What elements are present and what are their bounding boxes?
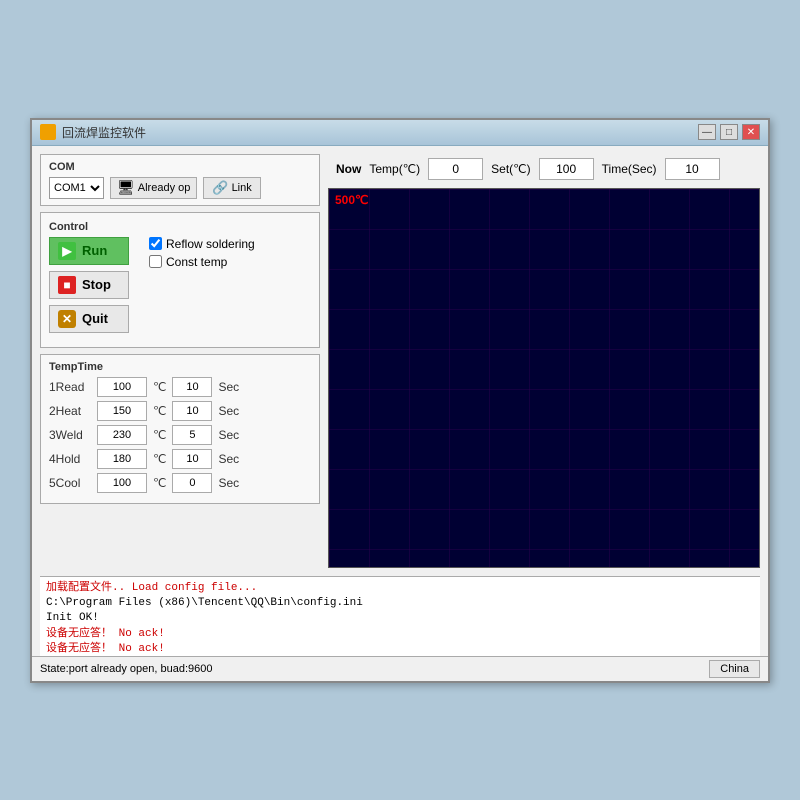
log-line-1: C:\Program Files (x86)\Tencent\QQ\Bin\co… xyxy=(46,596,754,611)
sec-unit-4: Sec xyxy=(218,476,239,490)
china-button[interactable]: China xyxy=(709,660,760,678)
com-section: COM COM1 🖥 Already op 🔗 Link xyxy=(40,154,320,206)
temp-input-3[interactable] xyxy=(97,449,147,469)
checkbox-group: Reflow soldering Const temp xyxy=(149,237,255,339)
run-button[interactable]: ▶ Run xyxy=(49,237,129,265)
window-title: 回流焊监控软件 xyxy=(62,124,146,141)
const-label: Const temp xyxy=(166,255,227,269)
sec-unit-3: Sec xyxy=(218,452,239,466)
now-label: Now xyxy=(336,162,361,176)
temptime-section: TempTime 1Read ℃ Sec 2Heat ℃ Sec 3Weld xyxy=(40,354,320,504)
now-time-input[interactable] xyxy=(665,158,720,180)
close-button[interactable]: ✕ xyxy=(742,124,760,140)
temptime-row-4: 5Cool ℃ Sec xyxy=(49,473,311,493)
stop-icon: ■ xyxy=(58,276,76,294)
row-label-0: 1Read xyxy=(49,380,91,394)
run-label: Run xyxy=(82,243,107,258)
temp-unit-3: ℃ xyxy=(153,452,166,466)
log-line-3: 设备无应答！ No ack! xyxy=(46,627,754,642)
sec-input-0[interactable] xyxy=(172,377,212,397)
right-panel: Now Temp(℃) Set(℃) Time(Sec) xyxy=(328,154,760,568)
minimize-button[interactable]: — xyxy=(698,124,716,140)
log-line-2: Init OK! xyxy=(46,611,754,626)
com-port-select[interactable]: COM1 xyxy=(49,177,104,199)
sec-input-4[interactable] xyxy=(172,473,212,493)
reflow-checkbox[interactable] xyxy=(149,237,162,250)
already-open-button[interactable]: 🖥 Already op xyxy=(110,177,197,199)
chart-area: 500℃ xyxy=(328,188,760,568)
status-text: State:port already open, buad:9600 xyxy=(40,663,212,675)
sec-input-2[interactable] xyxy=(172,425,212,445)
now-section: Now Temp(℃) Set(℃) Time(Sec) xyxy=(328,154,760,188)
link-icon: 🔗 xyxy=(212,180,228,196)
temp-label: Temp(℃) xyxy=(369,162,420,176)
main-content: COM COM1 🖥 Already op 🔗 Link xyxy=(32,146,768,576)
log-line-0: 加载配置文件.. Load config file... xyxy=(46,581,754,596)
temptime-row-0: 1Read ℃ Sec xyxy=(49,377,311,397)
const-option: Const temp xyxy=(149,255,255,269)
temp-unit-4: ℃ xyxy=(153,476,166,490)
com-label: COM xyxy=(49,161,311,173)
const-checkbox[interactable] xyxy=(149,255,162,268)
sec-input-3[interactable] xyxy=(172,449,212,469)
sec-unit-2: Sec xyxy=(218,428,239,442)
control-section: Control ▶ Run ■ Stop ✕ Quit xyxy=(40,212,320,348)
temp-input-4[interactable] xyxy=(97,473,147,493)
sec-input-1[interactable] xyxy=(172,401,212,421)
sec-unit-0: Sec xyxy=(218,380,239,394)
temptime-label: TempTime xyxy=(49,361,311,373)
chart-grid-svg xyxy=(329,189,759,567)
app-icon xyxy=(40,124,56,140)
temp-input-1[interactable] xyxy=(97,401,147,421)
now-temp-input[interactable] xyxy=(428,158,483,180)
maximize-button[interactable]: □ xyxy=(720,124,738,140)
titlebar-left: 回流焊监控软件 xyxy=(40,124,146,141)
temp-unit-1: ℃ xyxy=(153,404,166,418)
reflow-option: Reflow soldering xyxy=(149,237,255,251)
run-icon: ▶ xyxy=(58,242,76,260)
temp-input-2[interactable] xyxy=(97,425,147,445)
temptime-row-3: 4Hold ℃ Sec xyxy=(49,449,311,469)
com-row: COM1 🖥 Already op 🔗 Link xyxy=(49,177,311,199)
row-label-4: 5Cool xyxy=(49,476,91,490)
quit-label: Quit xyxy=(82,311,108,326)
log-line-4: 设备无应答！ No ack! xyxy=(46,642,754,655)
quit-icon: ✕ xyxy=(58,310,76,328)
temp-unit-2: ℃ xyxy=(153,428,166,442)
already-open-label: Already op xyxy=(138,182,191,194)
reflow-label: Reflow soldering xyxy=(166,237,255,251)
temp-input-0[interactable] xyxy=(97,377,147,397)
time-label: Time(Sec) xyxy=(602,162,657,176)
control-buttons: ▶ Run ■ Stop ✕ Quit xyxy=(49,237,129,339)
temptime-row-2: 3Weld ℃ Sec xyxy=(49,425,311,445)
sec-unit-1: Sec xyxy=(218,404,239,418)
control-label: Control xyxy=(49,221,311,233)
temptime-row-1: 2Heat ℃ Sec xyxy=(49,401,311,421)
now-set-input[interactable] xyxy=(539,158,594,180)
set-label: Set(℃) xyxy=(491,162,530,176)
quit-button[interactable]: ✕ Quit xyxy=(49,305,129,333)
link-button[interactable]: 🔗 Link xyxy=(203,177,260,199)
chart-y-label: 500℃ xyxy=(335,193,369,207)
titlebar-buttons: — □ ✕ xyxy=(698,124,760,140)
temp-unit-0: ℃ xyxy=(153,380,166,394)
monitor-icon: 🖥 xyxy=(117,179,135,196)
log-section[interactable]: 加载配置文件.. Load config file... C:\Program … xyxy=(40,576,760,656)
row-label-3: 4Hold xyxy=(49,452,91,466)
status-bar: State:port already open, buad:9600 China xyxy=(32,656,768,681)
titlebar: 回流焊监控软件 — □ ✕ xyxy=(32,120,768,146)
row-label-2: 3Weld xyxy=(49,428,91,442)
row-label-1: 2Heat xyxy=(49,404,91,418)
link-label: Link xyxy=(232,182,252,194)
main-window: 回流焊监控软件 — □ ✕ COM COM1 🖥 Already op xyxy=(30,118,770,683)
left-panel: COM COM1 🖥 Already op 🔗 Link xyxy=(40,154,320,568)
stop-button[interactable]: ■ Stop xyxy=(49,271,129,299)
stop-label: Stop xyxy=(82,277,111,292)
control-inner: ▶ Run ■ Stop ✕ Quit xyxy=(49,237,311,339)
